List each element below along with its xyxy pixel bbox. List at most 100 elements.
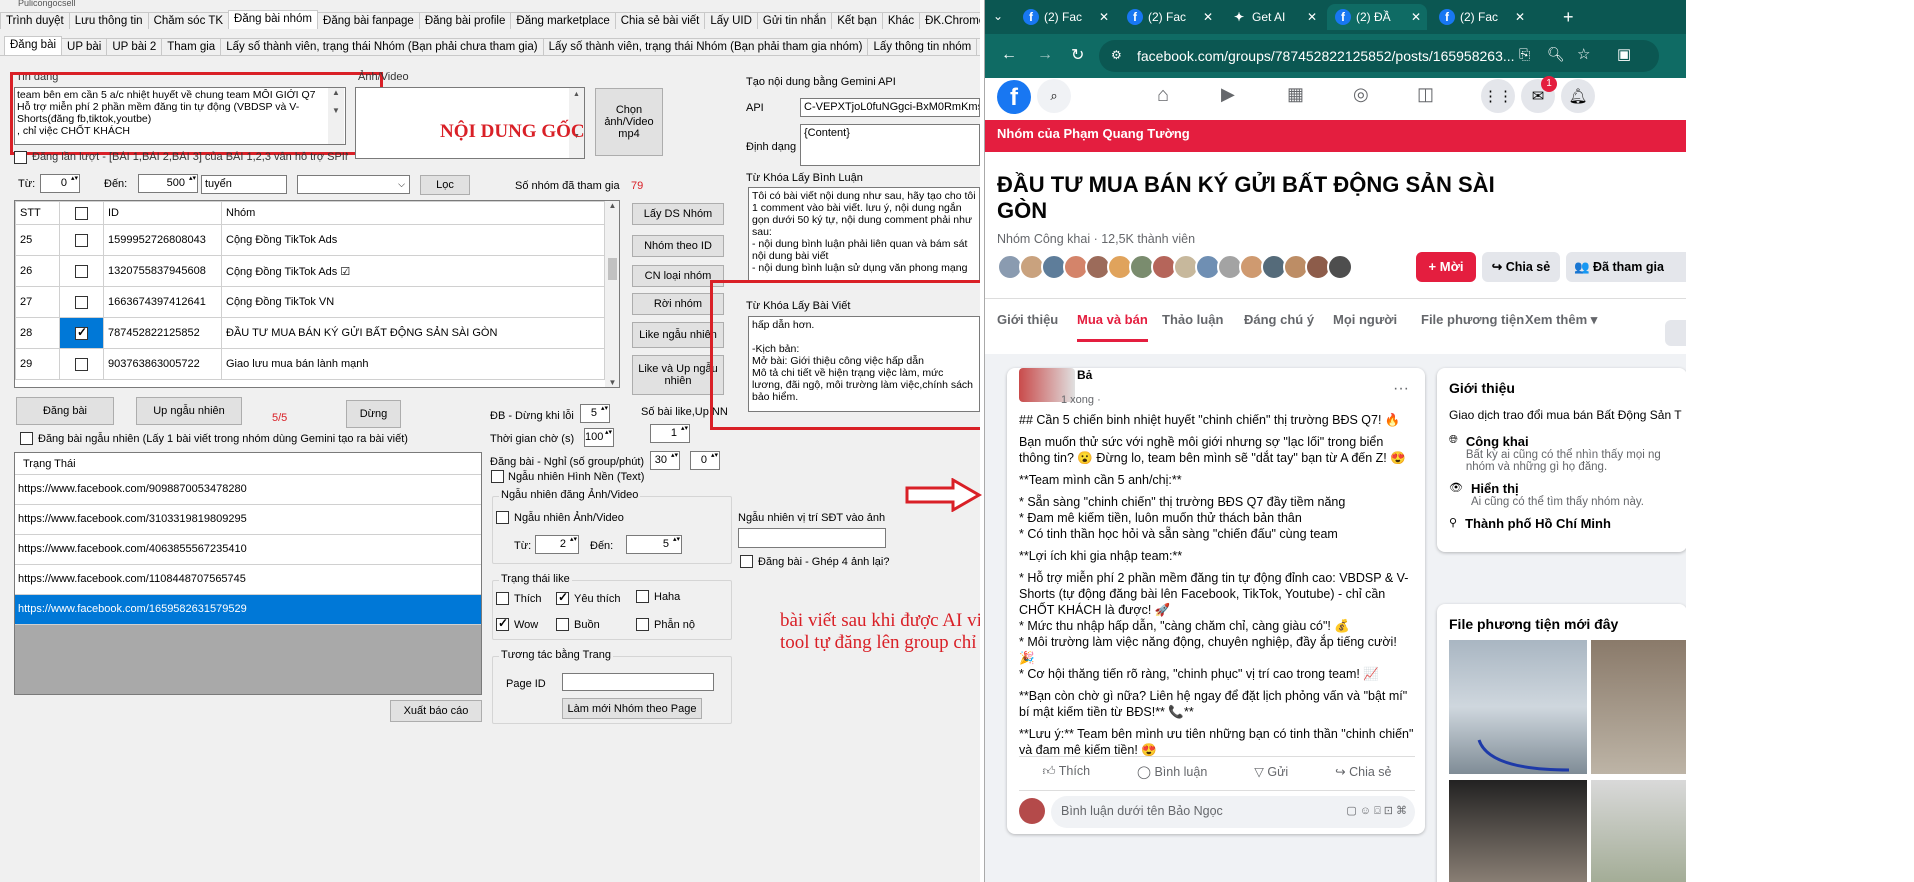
- sub-tab-3[interactable]: Tham gia: [161, 38, 222, 55]
- status-row[interactable]: https://www.facebook.com/110844870756574…: [15, 565, 481, 595]
- menu-tab-3[interactable]: Đăng bài nhóm: [228, 10, 319, 29]
- media-thumb-1[interactable]: [1449, 640, 1587, 774]
- url-bar[interactable]: ⚙ facebook.com/groups/787452822125852/po…: [1099, 40, 1659, 72]
- close-tab-icon[interactable]: ✕: [1203, 10, 1213, 24]
- chrome-tab-3[interactable]: f (2) ĐẦ ✕: [1327, 4, 1427, 30]
- filter-input[interactable]: tuyển: [201, 175, 287, 194]
- status-row[interactable]: https://www.facebook.com/165958263157952…: [15, 595, 481, 625]
- like-option-checkbox-5[interactable]: [636, 618, 649, 631]
- menu-tab-10[interactable]: Kết bạn: [831, 12, 883, 29]
- fb-search-icon[interactable]: ⌕: [1037, 79, 1071, 113]
- site-info-icon[interactable]: ⚙: [1111, 48, 1122, 62]
- table-row[interactable]: 29 903763863005722 Giao lưu mua bán lành m…: [15, 348, 605, 380]
- table-row[interactable]: 25 1599952726808043 Cộng Đồng TikTok Ads: [15, 224, 605, 256]
- status-row[interactable]: https://www.facebook.com/406385556723541…: [15, 535, 481, 565]
- post-action-1[interactable]: ◯ Bình luận: [1137, 764, 1207, 779]
- db-dung-input[interactable]: 5: [580, 404, 610, 423]
- chrome-tab-1[interactable]: f (2) Fac ✕: [1119, 4, 1219, 30]
- dang-bai-button[interactable]: Đăng bài: [16, 397, 114, 425]
- dinh-dang-input[interactable]: {Content}: [800, 124, 980, 166]
- menu-tab-7[interactable]: Chia sẻ bài viết: [614, 12, 706, 29]
- like-option-checkbox-1[interactable]: [556, 590, 569, 605]
- row-checkbox[interactable]: [75, 265, 88, 278]
- install-icon[interactable]: ⎘: [1519, 46, 1530, 63]
- group-nav-item-1[interactable]: Mua và bán: [1077, 312, 1148, 342]
- menu-tab-0[interactable]: Trình duyệt: [0, 12, 70, 29]
- sub-tab-6[interactable]: Lấy thông tin nhóm: [867, 38, 978, 55]
- post-action-0[interactable]: 👍︎ Thích: [1042, 764, 1090, 779]
- chrome-tab-4[interactable]: f (2) Fac ✕: [1431, 4, 1531, 30]
- post-action-2[interactable]: ▽ Gửi: [1254, 764, 1288, 779]
- extensions-icon[interactable]: ▣: [1617, 45, 1631, 63]
- like-option-checkbox-0[interactable]: [496, 592, 509, 605]
- group-nav-item-5[interactable]: File phương tiện: [1421, 312, 1524, 327]
- menu-tab-4[interactable]: Đăng bài fanpage: [317, 12, 420, 29]
- nghi-a-input[interactable]: 30: [650, 451, 680, 470]
- nn-den-input[interactable]: 5: [626, 535, 682, 554]
- grid-checkbox-cell[interactable]: [59, 348, 104, 380]
- row-checkbox[interactable]: [75, 358, 88, 371]
- close-tab-icon[interactable]: ✕: [1307, 10, 1317, 24]
- dung-button[interactable]: Dừng: [346, 400, 401, 428]
- sub-tab-4[interactable]: Lấy số thành viên, trạng thái Nhóm (Bạn …: [220, 38, 544, 55]
- reload-icon[interactable]: ↻: [1071, 45, 1084, 65]
- share-group-button[interactable]: ↪ Chia sẻ: [1482, 252, 1560, 282]
- menu-tab-5[interactable]: Đăng bài profile: [418, 12, 512, 29]
- side-button-0[interactable]: Lấy DS Nhóm: [632, 203, 724, 225]
- row-checkbox[interactable]: [75, 234, 88, 247]
- grid-checkbox-cell[interactable]: [59, 286, 104, 318]
- grid-checkbox-cell[interactable]: [59, 317, 104, 349]
- watch-icon[interactable]: ▶: [1221, 84, 1235, 105]
- close-tab-icon[interactable]: ✕: [1515, 10, 1525, 24]
- joined-button[interactable]: 👥 Đã tham gia: [1566, 252, 1686, 282]
- like-option-checkbox-3[interactable]: [496, 616, 509, 631]
- ghep-4-anh-checkbox[interactable]: [740, 555, 753, 568]
- post-more-icon[interactable]: ···: [1393, 380, 1409, 398]
- ngau-nhien-hinh-nen-checkbox[interactable]: [491, 470, 504, 483]
- grid-scrollbar[interactable]: ▲ ▼: [605, 201, 619, 387]
- chon-anh-video-button[interactable]: Chọn ảnh/Video mp4: [595, 88, 663, 156]
- thoi-gian-cho-input[interactable]: 100: [584, 428, 614, 447]
- loc-button[interactable]: Lọc: [420, 175, 470, 195]
- chrome-tab-2[interactable]: ✦ Get AI ✕: [1223, 4, 1323, 30]
- table-row[interactable]: 27 1663674397412641 Cộng Đồng TikTok VN: [15, 286, 605, 318]
- commenter-avatar[interactable]: [1019, 798, 1045, 824]
- sub-tab-7[interactable]: Mời bạn b: [976, 38, 980, 55]
- menu-tab-9[interactable]: Gửi tin nhắn: [756, 12, 833, 29]
- media-thumb-3[interactable]: [1449, 780, 1587, 882]
- new-tab-icon[interactable]: +: [1563, 7, 1574, 28]
- den-input[interactable]: 500: [138, 174, 198, 193]
- nghi-b-input[interactable]: 0: [690, 451, 720, 470]
- comment-tools-icons[interactable]: ▢ ☺ ⌼ ⊡ ⌘: [1346, 804, 1407, 818]
- comment-input[interactable]: Bình luận dưới tên Bảo Ngọc ▢ ☺ ⌼ ⊡ ⌘: [1051, 796, 1415, 828]
- home-icon[interactable]: ⌂: [1157, 84, 1169, 107]
- lam-moi-nhom-button[interactable]: Làm mới Nhóm theo Page: [562, 698, 702, 719]
- sub-tab-0[interactable]: Đăng bài: [4, 36, 63, 55]
- back-icon[interactable]: ←: [1001, 46, 1017, 64]
- dang-lan-luot-checkbox[interactable]: [14, 151, 27, 164]
- sub-tab-2[interactable]: UP bài 2: [106, 38, 163, 55]
- post-action-3[interactable]: ↪ Chia sẻ: [1335, 764, 1391, 779]
- status-row[interactable]: https://www.facebook.com/909887005347828…: [15, 475, 481, 505]
- nn-tu-input[interactable]: 2: [535, 535, 579, 554]
- side-button-1[interactable]: Nhóm theo ID: [632, 235, 724, 257]
- binh-luan-prompt-textbox[interactable]: Tôi có bài viết nội dung như sau, hãy tạ…: [748, 187, 980, 283]
- status-row[interactable]: https://www.facebook.com/310331981980929…: [15, 505, 481, 535]
- menu-grid-icon[interactable]: ⋮⋮: [1481, 79, 1515, 113]
- so-bai-like-input[interactable]: 1: [650, 424, 690, 443]
- menu-tab-1[interactable]: Lưu thông tin: [68, 12, 149, 29]
- group-nav-item-2[interactable]: Thảo luận: [1162, 312, 1223, 327]
- member-avatars[interactable]: [997, 254, 1353, 280]
- vi-tri-sdt-input[interactable]: [738, 528, 886, 548]
- up-ngau-nhien-button[interactable]: Up ngẫu nhiên: [136, 397, 242, 425]
- facebook-logo-icon[interactable]: f: [997, 80, 1031, 114]
- table-row[interactable]: 26 1320755837945608 Cộng Đồng TikTok Ads ☑: [15, 255, 605, 287]
- group-nav-item-3[interactable]: Đáng chú ý: [1244, 312, 1314, 327]
- gaming-icon[interactable]: ◫: [1417, 84, 1434, 105]
- ngau-nhien-anh-checkbox[interactable]: [496, 511, 509, 524]
- menu-tab-8[interactable]: Lấy UID: [704, 12, 758, 29]
- filter-dropdown[interactable]: ⌵: [297, 175, 410, 194]
- dang-ngau-nhien-checkbox[interactable]: [20, 432, 33, 445]
- chrome-tab-0[interactable]: f (2) Fac ✕: [1015, 4, 1115, 30]
- tu-input[interactable]: 0: [40, 174, 80, 193]
